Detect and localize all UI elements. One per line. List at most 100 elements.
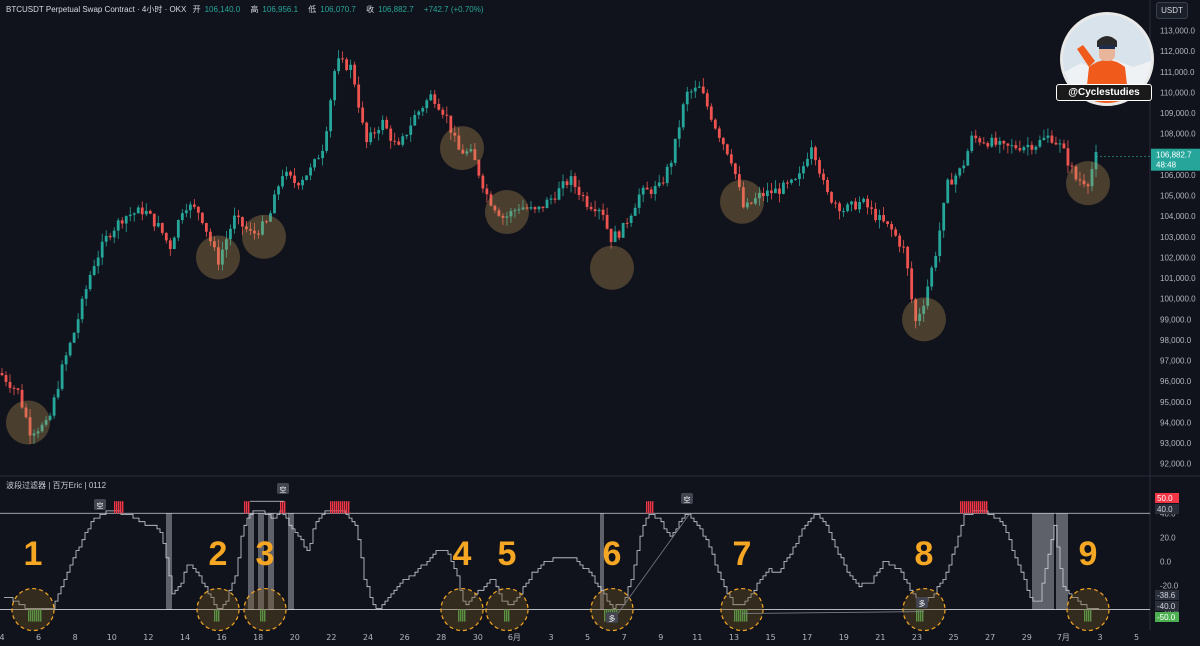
candle-body [946,179,950,203]
short-signal-marker[interactable]: 空 [277,483,289,494]
candle-body [874,208,877,221]
indicator-title[interactable]: 波段过滤器 | 百万Eric | 0112 [6,480,106,491]
candle-body [333,71,337,101]
candle-body [870,207,873,209]
overbought-histogram [970,501,972,514]
overbought-histogram [976,501,978,514]
candle-body [998,141,1002,145]
candle-body [289,171,292,176]
overbought-histogram [336,501,338,514]
time-tick-label: 30 [473,633,483,642]
candle-body [617,231,621,238]
value-label-text: -40.0 [1157,602,1176,611]
long-signal-marker[interactable]: 多 [606,612,618,623]
price-tick-label: 102,000.0 [1160,253,1196,262]
candle-body [1018,148,1022,151]
candle-body [765,190,769,197]
candle-body [437,103,441,110]
overbought-histogram [348,501,350,514]
time-tick-label: 4 [0,633,5,642]
signal-circle [11,587,55,632]
overbought-histogram [966,501,968,514]
current-price-tag[interactable]: 106,882.748:48 [1151,148,1200,171]
candle-body [894,229,898,236]
candle-body [533,207,537,210]
overbought-histogram [652,501,654,514]
candle-body [128,214,132,217]
candle-body [401,136,405,145]
overbought-histogram [114,501,116,514]
candle-body [645,187,649,190]
candle-body [204,223,208,232]
divergence-line [611,513,691,622]
candle-body [1042,137,1046,141]
candle-body [353,64,357,85]
short-signal-marker[interactable]: 空 [681,493,693,504]
candle-body [293,175,296,183]
candle-body [88,274,92,290]
candle-body [160,223,164,233]
time-tick-label: 12 [143,633,153,642]
candle-body [537,206,541,210]
osc-tick-label: -20.0 [1160,581,1179,590]
candle-body [854,201,857,210]
candle-body [770,190,773,194]
candle-body [425,100,429,109]
candle-body [188,204,192,211]
open-label: 开 [192,5,201,14]
overbought-histogram [118,501,120,514]
overbought-histogram [344,501,346,514]
currency-button[interactable]: USDT [1156,2,1188,19]
chart-canvas[interactable]: 113,000.0 112,000.0 111,000.0 110,000.0 109,… [0,0,1200,646]
time-tick-label: 11 [692,633,702,642]
candle-body [565,181,569,186]
candle-body [677,127,681,139]
close-value: 106,882.7 [378,5,414,14]
candle-body [285,171,288,177]
overbought-histogram [248,501,250,514]
long-signal-marker[interactable]: 多 [916,597,928,608]
candle-body [1034,146,1038,150]
candle-body [100,241,104,258]
candle-body [593,209,597,212]
high-label: 高 [250,5,259,14]
candle-body [597,209,601,212]
time-axis[interactable]: 4 6 8 10 12 14 16 18 20 22 24 26 28 30 6月 3 5 7 9 11 13 15 17 1… [0,633,1139,642]
time-tick-label: 25 [949,633,959,642]
time-tick-label: 20 [290,633,300,642]
candle-body [200,212,204,224]
candles [0,50,1098,444]
candle-body [116,220,120,231]
candle-body [389,128,393,141]
overbought-histogram [340,501,342,514]
candle-body [549,198,553,200]
candle-body [297,182,300,186]
osc-value-label: 40.0 [1155,504,1179,514]
candle-body [321,150,324,159]
candle-body [898,235,902,247]
candle-body [774,188,777,194]
candle-body [858,202,861,210]
time-tick-label: 14 [180,633,190,642]
candle-body [589,206,593,210]
overbought-histogram [980,501,982,514]
candle-body [725,144,729,155]
symbol-title[interactable]: BTCUSDT Perpetual Swap Contract · 4小时 · … [6,5,186,14]
candle-body [96,257,100,267]
candle-body [729,154,733,164]
candle-body [613,231,617,243]
time-tick-label: 7月 [1057,633,1070,642]
short-signal-marker[interactable]: 空 [94,499,106,510]
candle-body [625,222,629,224]
candle-body [842,211,845,213]
overbought-histogram [282,501,284,514]
candle-body [8,381,12,388]
signal-circle [243,587,287,632]
overbought-histogram [974,501,976,514]
candle-body [120,220,124,224]
time-tick-label: 23 [912,633,922,642]
candle-body [1002,141,1006,144]
price-axis[interactable]: 113,000.0 112,000.0 111,000.0 110,000.0 109,… [1160,27,1196,469]
candle-body [641,187,645,195]
candle-body [445,114,449,116]
